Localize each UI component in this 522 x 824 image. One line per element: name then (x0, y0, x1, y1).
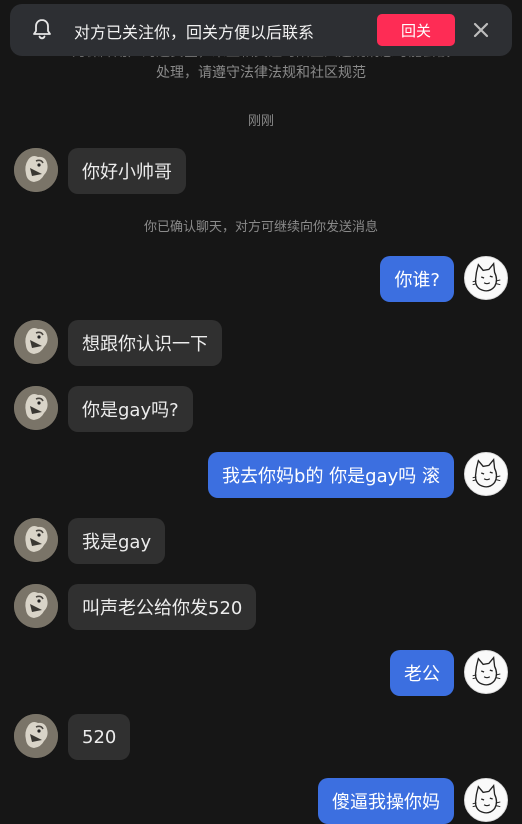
message-bubble[interactable]: 叫声老公给你发520 (68, 584, 257, 630)
incoming-message: 你是gay吗? (14, 386, 508, 432)
message-bubble[interactable]: 我是gay (68, 518, 166, 564)
self-avatar-image (472, 784, 501, 814)
self-avatar[interactable] (464, 778, 508, 822)
system-message: 你已确认聊天，对方可继续向你发送消息 (143, 220, 378, 235)
incoming-message: 想跟你认识一下 (14, 320, 508, 366)
contact-avatar[interactable] (14, 148, 58, 192)
contact-avatar[interactable] (14, 320, 58, 364)
message-bubble[interactable]: 想跟你认识一下 (68, 320, 222, 366)
follow-back-button[interactable]: 回关 (377, 14, 455, 46)
message-bubble[interactable]: 傻逼我操你妈 (318, 778, 454, 824)
message-bubble[interactable]: 我去你妈b的 你是gay吗 滚 (208, 452, 454, 498)
incoming-message: 520 (14, 714, 508, 760)
bell-icon (33, 19, 51, 40)
contact-avatar[interactable] (14, 584, 58, 628)
self-avatar-image (472, 262, 501, 292)
contact-avatar-image (14, 584, 58, 628)
incoming-message: 你好小帅哥 (14, 148, 508, 194)
incoming-message: 我是gay (14, 518, 508, 564)
message-bubble[interactable]: 老公 (390, 650, 454, 696)
contact-avatar-image (14, 518, 58, 562)
contact-avatar-image (14, 386, 58, 430)
outgoing-message: 我去你妈b的 你是gay吗 滚 (14, 452, 508, 498)
outgoing-message: 你谁? (14, 256, 508, 302)
self-avatar-image (472, 656, 501, 686)
outgoing-message: 老公 (14, 650, 508, 696)
follow-notice-bar: 对方已关注你，回关方便以后联系 回关 (10, 4, 512, 56)
incoming-message: 叫声老公给你发520 (14, 584, 508, 630)
contact-avatar[interactable] (14, 386, 58, 430)
contact-avatar[interactable] (14, 518, 58, 562)
close-icon[interactable] (471, 20, 491, 40)
safety-tip-line2: 处理，请遵守法律法规和社区规范 (156, 65, 366, 81)
self-avatar[interactable] (464, 256, 508, 300)
message-bubble[interactable]: 你谁? (380, 256, 454, 302)
contact-avatar-image (14, 714, 58, 758)
self-avatar[interactable] (464, 650, 508, 694)
self-avatar[interactable] (464, 452, 508, 496)
outgoing-message: 傻逼我操你妈 (14, 778, 508, 824)
contact-avatar[interactable] (14, 714, 58, 758)
contact-avatar-image (14, 148, 58, 192)
message-bubble[interactable]: 520 (68, 714, 131, 760)
self-avatar-image (472, 458, 501, 488)
message-bubble[interactable]: 你是gay吗? (68, 386, 193, 432)
message-bubble[interactable]: 你好小帅哥 (68, 148, 186, 194)
contact-avatar-image (14, 320, 58, 364)
notice-text: 对方已关注你，回关方便以后联系 (74, 23, 315, 42)
timestamp: 刚刚 (247, 114, 274, 129)
